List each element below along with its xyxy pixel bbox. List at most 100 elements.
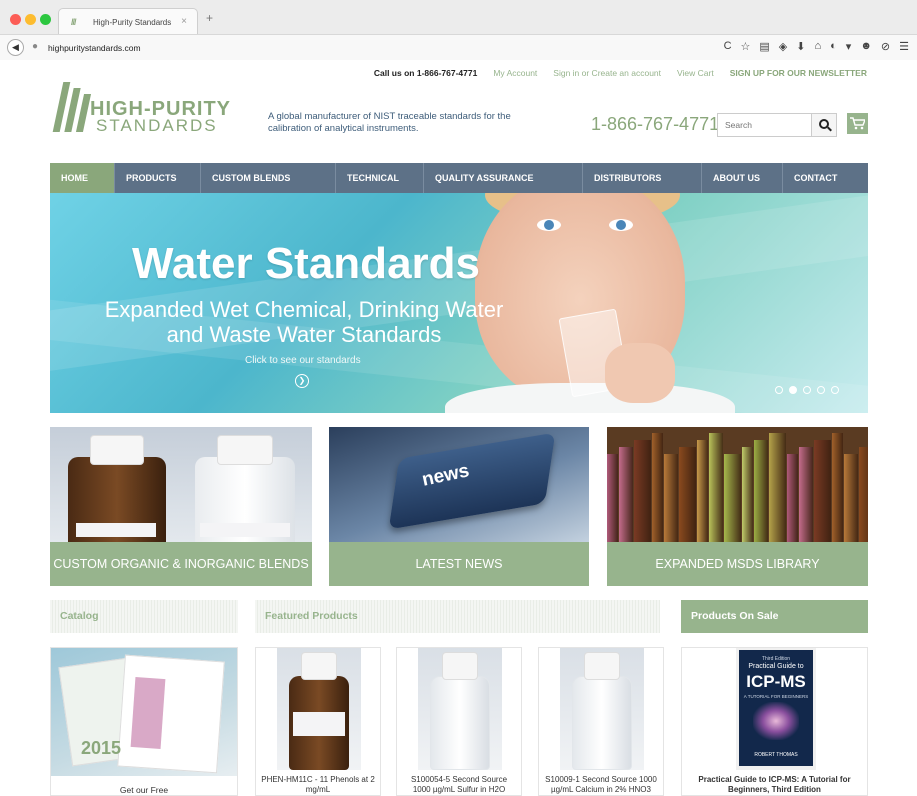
hero-cta-link[interactable]: Click to see our standards — [245, 355, 361, 366]
tile-custom-blends[interactable]: CUSTOM ORGANIC & INORGANIC BLENDS — [50, 427, 312, 586]
catalog-cover-image: 2015 — [51, 648, 237, 776]
view-cart-link[interactable]: View Cart — [677, 68, 714, 78]
nav-quality-assurance[interactable]: QUALITY ASSURANCE — [424, 163, 583, 193]
book-subtitle: A TUTORIAL FOR BEGINNERS — [743, 694, 809, 699]
book-spine — [724, 454, 741, 542]
slider-dot[interactable] — [817, 386, 825, 394]
block-icon[interactable]: ⊘ — [881, 40, 890, 53]
search-input[interactable] — [717, 113, 812, 137]
dropdown-icon[interactable]: ▾ — [846, 40, 852, 53]
site-favicon-icon: /// — [71, 17, 76, 27]
book-spine — [652, 433, 663, 542]
book-author: ROBERT THOMAS — [754, 752, 798, 758]
hero-banner[interactable]: Water Standards Expanded Wet Chemical, D… — [50, 193, 868, 413]
nav-distributors[interactable]: DISTRIBUTORS — [583, 163, 702, 193]
tab-title: High-Purity Standards — [93, 18, 172, 27]
nav-home[interactable]: HOME — [50, 163, 115, 193]
book-spine — [754, 440, 768, 542]
close-window-button[interactable] — [10, 14, 21, 25]
hero-title: Water Standards — [132, 239, 481, 288]
tile-msds-library-label: EXPANDED MSDS LIBRARY — [607, 542, 868, 586]
hero-arrow-right-icon[interactable]: ❯ — [295, 374, 309, 388]
book-spine — [814, 440, 831, 542]
my-account-link[interactable]: My Account — [493, 68, 537, 78]
back-arrow-icon[interactable]: ◀ — [7, 39, 24, 56]
tile-keyboard-image: news — [329, 427, 589, 542]
news-key-icon — [388, 432, 556, 530]
tile-books-image — [607, 427, 868, 542]
product-name[interactable]: PHEN-HM11C - 11 Phenols at 2 mg/mL — [260, 775, 376, 795]
catalog-year: 2015 — [81, 738, 122, 758]
book-title-small: Practical Guide to — [748, 663, 804, 670]
url-bar-row: ◀ ● highpuritystandards.com C ☆ ▤ ◈ ⬇ ⌂ ◐ ▾ ☻ ⊘ ☰ — [0, 34, 917, 60]
search-button[interactable] — [812, 113, 837, 137]
tile-bottles-image — [50, 427, 312, 547]
nav-about-us[interactable]: ABOUT US — [702, 163, 783, 193]
pocket-icon[interactable]: ◈ — [779, 40, 787, 53]
tile-msds-library[interactable]: EXPANDED MSDS LIBRARY — [607, 427, 868, 586]
book-edition: Third Edition — [761, 656, 791, 662]
site-page: Call us on 1-866-767-4771 My Account Sig… — [0, 60, 917, 796]
book-spine — [619, 447, 633, 542]
tile-latest-news[interactable]: news LATEST NEWS — [329, 427, 589, 586]
download-icon[interactable]: ⬇ — [796, 40, 805, 53]
hero-subtitle: Expanded Wet Chemical, Drinking Water an… — [104, 297, 504, 347]
product-image — [418, 648, 502, 770]
book-spine — [742, 447, 753, 542]
reader-icon[interactable]: ▤ — [759, 40, 769, 53]
product-image — [277, 648, 361, 770]
nav-contact[interactable]: CONTACT — [783, 163, 868, 193]
nav-custom-blends[interactable]: CUSTOM BLENDS — [201, 163, 336, 193]
nav-products[interactable]: PRODUCTS — [115, 163, 201, 193]
product-card[interactable]: PHEN-HM11C - 11 Phenols at 2 mg/mL — [255, 647, 381, 796]
product-name[interactable]: S100054-5 Second Source 1000 µg/mL Sulfu… — [401, 775, 517, 795]
book-spine — [679, 447, 696, 542]
nav-technical[interactable]: TECHNICAL — [336, 163, 424, 193]
shopping-cart-icon — [850, 117, 865, 130]
home-icon[interactable]: ⌂ — [814, 40, 821, 53]
slider-dot[interactable] — [803, 386, 811, 394]
minimize-window-button[interactable] — [25, 14, 36, 25]
bookmark-star-icon[interactable]: ☆ — [741, 40, 751, 53]
slider-dot[interactable] — [775, 386, 783, 394]
slider-dot[interactable] — [831, 386, 839, 394]
product-card[interactable]: S100054-5 Second Source 1000 µg/mL Sulfu… — [396, 647, 522, 796]
book-spine — [709, 433, 723, 542]
slider-dot[interactable] — [789, 386, 797, 394]
toolbar-icons: C ☆ ▤ ◈ ⬇ ⌂ ◐ ▾ ☻ ⊘ ☰ — [724, 40, 909, 53]
book-spine — [832, 433, 843, 542]
sale-product-card[interactable]: Third Edition Practical Guide to ICP-MS … — [681, 647, 868, 796]
book-spine — [859, 447, 868, 542]
catalog-card[interactable]: 2015 Get our Free — [50, 647, 238, 796]
catalog-get-free-text[interactable]: Get our Free — [55, 785, 233, 795]
product-name[interactable]: Practical Guide to ICP-MS: A Tutorial fo… — [686, 775, 863, 795]
product-card[interactable]: S10009-1 Second Source 1000 µg/mL Calciu… — [538, 647, 664, 796]
new-tab-button[interactable]: + — [206, 11, 213, 25]
zoom-window-button[interactable] — [40, 14, 51, 25]
address-bar[interactable]: highpuritystandards.com — [48, 43, 141, 53]
slider-dots — [775, 386, 839, 394]
extension-icon[interactable]: ◐ — [830, 40, 837, 53]
reload-icon[interactable]: C — [724, 40, 732, 53]
book-spine — [607, 454, 618, 542]
menu-icon[interactable]: ☰ — [899, 40, 909, 53]
catalog-section-header: Catalog — [50, 600, 238, 633]
browser-tab[interactable]: /// High-Purity Standards × — [58, 8, 198, 34]
book-spine — [769, 433, 786, 542]
call-us-text: Call us on 1-866-767-4771 — [373, 68, 478, 78]
tab-close-icon[interactable]: × — [181, 16, 187, 27]
browser-chrome: /// High-Purity Standards × + ◀ ● highpu… — [0, 0, 917, 60]
product-name[interactable]: S10009-1 Second Source 1000 µg/mL Calciu… — [543, 775, 659, 795]
book-title-big: ICP-MS — [746, 672, 806, 691]
site-logo[interactable]: HIGH-PURITY STANDARDS — [50, 82, 250, 138]
chat-icon[interactable]: ☻ — [860, 40, 872, 53]
globe-icon: ● — [32, 41, 39, 52]
newsletter-link[interactable]: SIGN UP FOR OUR NEWSLETTER — [730, 68, 867, 78]
book-spine — [799, 447, 813, 542]
cart-button[interactable] — [847, 113, 868, 134]
sign-in-link[interactable]: Sign in or Create an account — [553, 68, 661, 78]
products-on-sale-header: Products On Sale — [681, 600, 868, 633]
book-spine — [844, 454, 858, 542]
site-tagline: A global manufacturer of NIST traceable … — [268, 111, 511, 134]
logo-mark-icon — [52, 82, 92, 134]
